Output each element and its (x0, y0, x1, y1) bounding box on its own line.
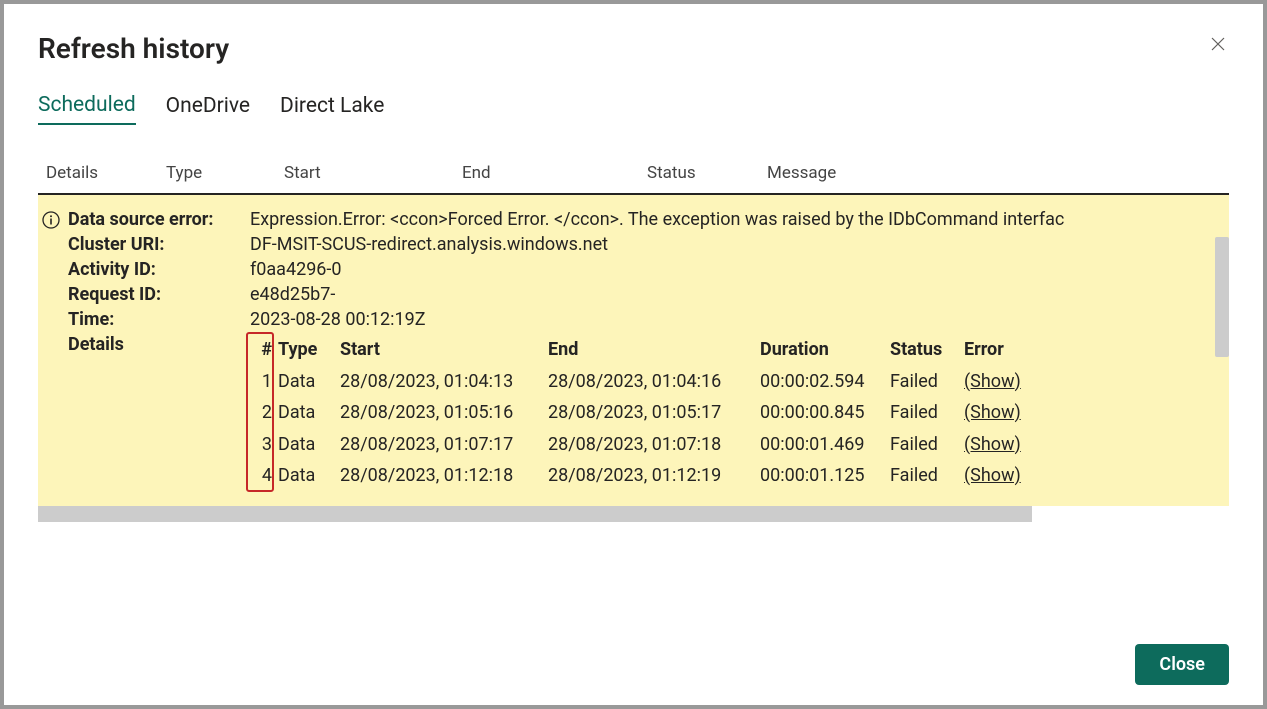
value-activity-id: f0aa4296-0 (250, 259, 342, 280)
show-error-link[interactable]: (Show) (964, 371, 1021, 392)
dcol-num: # (250, 334, 278, 366)
horizontal-scrollbar[interactable] (38, 506, 1032, 522)
cell-start: 28/08/2023, 01:12:18 (340, 460, 548, 492)
details-block: Details # Type Start End Duration Status… (68, 334, 1229, 492)
tab-direct-lake[interactable]: Direct Lake (280, 93, 384, 125)
label-activity-id: Activity ID: (68, 259, 250, 280)
label-time: Time: (68, 309, 250, 330)
dcol-error: Error (964, 334, 1004, 366)
value-request-id: e48d25b7- (250, 284, 335, 305)
cell-num: 1 (250, 366, 278, 398)
details-row: 2 Data 28/08/2023, 01:05:16 28/08/2023, … (250, 397, 1021, 429)
cell-num: 4 (250, 460, 278, 492)
close-icon[interactable] (1207, 32, 1229, 58)
row-cluster-uri: Cluster URI: DF-MSIT-SCUS-redirect.analy… (68, 234, 1229, 255)
label-request-id: Request ID: (68, 284, 250, 305)
cell-type: Data (278, 460, 340, 492)
cell-status: Failed (890, 429, 964, 461)
dcol-status: Status (890, 334, 964, 366)
cell-status: Failed (890, 397, 964, 429)
cell-duration: 00:00:00.845 (760, 397, 890, 429)
col-end: End (462, 163, 647, 183)
cell-end: 28/08/2023, 01:07:18 (548, 429, 760, 461)
details-table-header: # Type Start End Duration Status Error (250, 334, 1021, 366)
cell-start: 28/08/2023, 01:07:17 (340, 429, 548, 461)
error-details-panel: Data source error: Expression.Error: <cc… (38, 195, 1229, 506)
cell-end: 28/08/2023, 01:04:16 (548, 366, 760, 398)
history-table-header: Details Type Start End Status Message (38, 163, 1229, 195)
dcol-start: Start (340, 334, 548, 366)
info-icon (42, 211, 60, 229)
cell-duration: 00:00:01.469 (760, 429, 890, 461)
cell-type: Data (278, 429, 340, 461)
label-details: Details (68, 334, 250, 492)
content-area: Data source error: Expression.Error: <cc… (38, 195, 1229, 624)
cell-end: 28/08/2023, 01:05:17 (548, 397, 760, 429)
cell-num: 2 (250, 397, 278, 429)
row-data-source-error: Data source error: Expression.Error: <cc… (68, 209, 1229, 230)
show-error-link[interactable]: (Show) (964, 402, 1021, 423)
value-cluster-uri: DF-MSIT-SCUS-redirect.analysis.windows.n… (250, 234, 608, 255)
cell-start: 28/08/2023, 01:05:16 (340, 397, 548, 429)
cell-type: Data (278, 397, 340, 429)
details-table: # Type Start End Duration Status Error 1… (250, 334, 1021, 492)
cell-end: 28/08/2023, 01:12:19 (548, 460, 760, 492)
show-error-link[interactable]: (Show) (964, 434, 1021, 455)
col-message: Message (767, 163, 1221, 183)
row-time: Time: 2023-08-28 00:12:19Z (68, 309, 1229, 330)
details-row: 4 Data 28/08/2023, 01:12:18 28/08/2023, … (250, 460, 1021, 492)
cell-status: Failed (890, 460, 964, 492)
label-cluster-uri: Cluster URI: (68, 234, 250, 255)
col-type: Type (166, 163, 284, 183)
dialog-header: Refresh history (38, 32, 1229, 65)
cell-type: Data (278, 366, 340, 398)
cell-start: 28/08/2023, 01:04:13 (340, 366, 548, 398)
cell-duration: 00:00:01.125 (760, 460, 890, 492)
details-row: 3 Data 28/08/2023, 01:07:17 28/08/2023, … (250, 429, 1021, 461)
dcol-type: Type (278, 334, 340, 366)
label-data-source-error: Data source error: (68, 209, 250, 230)
close-button[interactable]: Close (1135, 644, 1229, 685)
vertical-scrollbar[interactable] (1215, 237, 1229, 357)
col-status: Status (647, 163, 767, 183)
row-request-id: Request ID: e48d25b7- (68, 284, 1229, 305)
value-time: 2023-08-28 00:12:19Z (250, 309, 426, 330)
cell-num: 3 (250, 429, 278, 461)
col-start: Start (284, 163, 462, 183)
tab-scheduled[interactable]: Scheduled (38, 93, 136, 125)
col-details: Details (46, 163, 166, 183)
details-row: 1 Data 28/08/2023, 01:04:13 28/08/2023, … (250, 366, 1021, 398)
value-data-source-error: Expression.Error: <ccon>Forced Error. </… (250, 209, 1064, 230)
cell-duration: 00:00:02.594 (760, 366, 890, 398)
dcol-duration: Duration (760, 334, 890, 366)
dialog-footer: Close (38, 624, 1229, 685)
cell-status: Failed (890, 366, 964, 398)
dcol-end: End (548, 334, 760, 366)
show-error-link[interactable]: (Show) (964, 465, 1021, 486)
dialog-title: Refresh history (38, 32, 229, 65)
row-activity-id: Activity ID: f0aa4296-0 (68, 259, 1229, 280)
tabs: Scheduled OneDrive Direct Lake (38, 93, 1229, 125)
tab-onedrive[interactable]: OneDrive (166, 93, 250, 125)
refresh-history-dialog: Refresh history Scheduled OneDrive Direc… (4, 4, 1263, 705)
